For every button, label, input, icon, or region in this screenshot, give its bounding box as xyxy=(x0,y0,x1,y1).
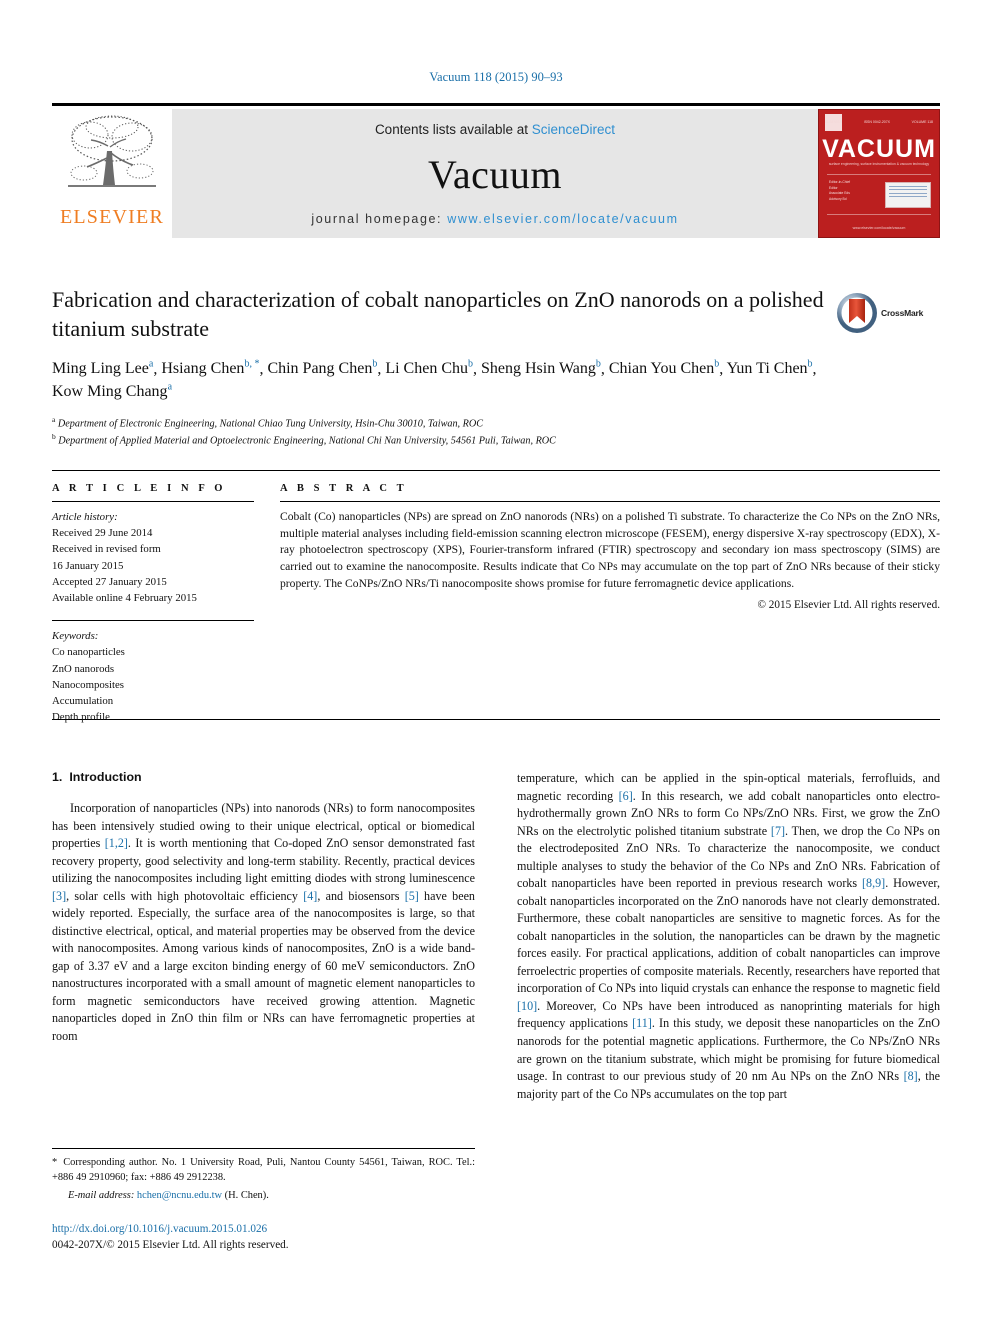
author-entry: Yun Ti Chenb xyxy=(726,358,813,378)
author-affiliation-mark: b xyxy=(372,358,378,370)
article-history-item: Received 29 June 2014 xyxy=(52,527,153,540)
cover-top-left: ELSEVIER xyxy=(825,120,843,124)
cover-subtitle: surface engineering, surface instrumenta… xyxy=(828,162,930,166)
citation-ref: [5] xyxy=(404,888,419,903)
email-label: E-mail address: xyxy=(68,1189,135,1201)
citation-ref: [8] xyxy=(903,1069,918,1084)
sciencedirect-link[interactable]: ScienceDirect xyxy=(532,122,615,137)
author-entry: Ming Ling Leea xyxy=(52,358,154,378)
article-page: Vacuum 118 (2015) 90–93 ELSEVIER Content… xyxy=(0,0,992,1323)
article-history-item: Available online 4 February 2015 xyxy=(52,591,197,604)
issn-copyright-line: 0042-207X/© 2015 Elsevier Ltd. All right… xyxy=(52,1238,289,1251)
keyword-item: Accumulation xyxy=(52,694,114,707)
citation-ref: [3] xyxy=(52,888,67,903)
citation-ref: [10] xyxy=(517,998,538,1013)
corresponding-author-footnote: * Corresponding author. No. 1 University… xyxy=(52,1148,475,1203)
info-abstract-band: A R T I C L E I N F O Article history: R… xyxy=(52,470,940,723)
author-affiliation-mark: b xyxy=(595,358,601,370)
affiliation-item: b Department of Applied Material and Opt… xyxy=(52,431,556,447)
article-history-label: Article history: xyxy=(52,511,118,523)
citation-ref: [11] xyxy=(632,1016,652,1031)
article-history-item: Accepted 27 January 2015 xyxy=(52,575,167,588)
author-affiliation-mark: b xyxy=(714,358,720,370)
body-column-right: temperature, which can be applied in the… xyxy=(517,770,940,1103)
title-block: Fabrication and characterization of coba… xyxy=(52,285,832,449)
doi-block: http://dx.doi.org/10.1016/j.vacuum.2015.… xyxy=(52,1222,492,1254)
citation-ref: [8,9] xyxy=(862,876,886,891)
elsevier-tree-icon xyxy=(68,115,156,187)
divider xyxy=(52,501,254,502)
body-column-left: 1. Introduction Incorporation of nanopart… xyxy=(52,770,475,1103)
intro-paragraph-right: temperature, which can be applied in the… xyxy=(517,771,940,1101)
affiliation-list: a Department of Electronic Engineering, … xyxy=(52,415,832,449)
author-entry: Sheng Hsin Wangb xyxy=(481,358,601,378)
divider xyxy=(280,501,940,502)
cover-top-center: ISSN 0042-207X xyxy=(863,120,891,124)
journal-homepage-line: journal homepage: www.elsevier.com/locat… xyxy=(311,212,678,226)
contents-available-line: Contents lists available at ScienceDirec… xyxy=(375,122,615,137)
journal-cover-thumbnail[interactable]: ELSEVIER ISSN 0042-207X VOLUME 118 VACUU… xyxy=(818,109,940,238)
keyword-item: ZnO nanorods xyxy=(52,662,115,675)
article-info-heading: A R T I C L E I N F O xyxy=(52,483,227,494)
citation-ref: [6] xyxy=(618,788,633,803)
cover-topbar: ELSEVIER ISSN 0042-207X VOLUME 118 xyxy=(825,115,933,129)
crossmark-icon xyxy=(837,293,877,333)
keywords-label: Keywords: xyxy=(52,630,99,643)
cover-editor-list-left: Editor-in-Chief Editor Associate Eds Adviso… xyxy=(829,180,851,201)
author-affiliation-mark: a xyxy=(148,358,154,370)
abstract-column: A B S T R A C T Cobalt (Co) nanoparticle… xyxy=(280,483,940,725)
article-history-item: 16 January 2015 xyxy=(52,559,124,572)
divider xyxy=(52,620,254,622)
cover-journal-title: VACUUM xyxy=(822,135,936,163)
keyword-item: Nanocomposites xyxy=(52,678,124,691)
keyword-item: Co nanoparticles xyxy=(52,646,125,659)
cover-top-right: VOLUME 118 xyxy=(911,120,933,124)
crossmark-badge[interactable]: CrossMark xyxy=(836,288,936,338)
author-entry: Chin Pang Chenb xyxy=(267,358,378,378)
author-entry: Hsiang Chenb, * xyxy=(161,358,260,378)
section-heading-introduction: 1. Introduction xyxy=(52,770,475,784)
section-title: Introduction xyxy=(69,770,142,784)
affiliation-item: a Department of Electronic Engineering, … xyxy=(52,415,484,430)
cover-figure-thumb xyxy=(885,182,931,208)
abstract-heading: A B S T R A C T xyxy=(280,483,408,494)
author-entry: Kow Ming Changa xyxy=(52,381,173,401)
cover-footer-url: www.elsevier.com/locate/vacuum xyxy=(852,226,906,230)
corresponding-author-text: * Corresponding author. No. 1 University… xyxy=(52,1157,475,1183)
masthead-center: Contents lists available at ScienceDirec… xyxy=(172,109,818,238)
elsevier-wordmark: ELSEVIER xyxy=(59,206,165,228)
footnote-asterisk: * xyxy=(52,1157,58,1168)
article-info-column: A R T I C L E I N F O Article history: R… xyxy=(52,483,280,725)
abstract-text: Cobalt (Co) nanoparticles (NPs) are spre… xyxy=(280,510,940,590)
homepage-prefix: journal homepage: xyxy=(311,212,448,226)
contents-prefix: Contents lists available at xyxy=(374,122,532,137)
author-affiliation-mark: a xyxy=(167,381,173,393)
running-head: Vacuum 118 (2015) 90–93 xyxy=(429,70,563,84)
author-list: Ming Ling Leea, Hsiang Chenb, *, Chin Pa… xyxy=(52,358,817,401)
intro-paragraph-left: Incorporation of nanoparticles (NPs) int… xyxy=(52,801,476,1043)
author-affiliation-mark: b xyxy=(807,358,813,370)
journal-homepage-link[interactable]: www.elsevier.com/locate/vacuum xyxy=(447,212,678,226)
citation-ref: [7] xyxy=(770,823,786,838)
article-history-item: Received in revised form xyxy=(52,543,161,556)
email-link[interactable]: hchen@ncnu.edu.tw xyxy=(137,1190,222,1201)
citation-ref: [4] xyxy=(303,888,318,903)
section-number: 1. xyxy=(52,770,63,784)
author-entry: Chian You Chenb xyxy=(608,358,720,378)
journal-masthead: ELSEVIER Contents lists available at Sci… xyxy=(52,103,940,238)
author-affiliation-mark: b xyxy=(468,358,473,370)
doi-link[interactable]: http://dx.doi.org/10.1016/j.vacuum.2015.… xyxy=(52,1222,492,1238)
email-suffix: (H. Chen). xyxy=(222,1189,269,1201)
keyword-item: Depth profile xyxy=(52,711,110,724)
page-title: Fabrication and characterization of coba… xyxy=(52,287,824,342)
author-entry: Li Chen Chub xyxy=(385,358,473,378)
journal-title: Vacuum xyxy=(427,151,563,197)
author-affiliation-mark: b, * xyxy=(244,358,260,370)
citation-ref: [1,2] xyxy=(104,836,128,851)
abstract-copyright: © 2015 Elsevier Ltd. All rights reserved… xyxy=(757,599,941,612)
crossmark-label: CrossMark xyxy=(881,308,924,318)
body-columns: 1. Introduction Incorporation of nanopart… xyxy=(52,770,940,1103)
email-line: E-mail address: hchen@ncnu.edu.tw (H. Ch… xyxy=(52,1189,475,1204)
elsevier-logo: ELSEVIER xyxy=(52,109,172,238)
